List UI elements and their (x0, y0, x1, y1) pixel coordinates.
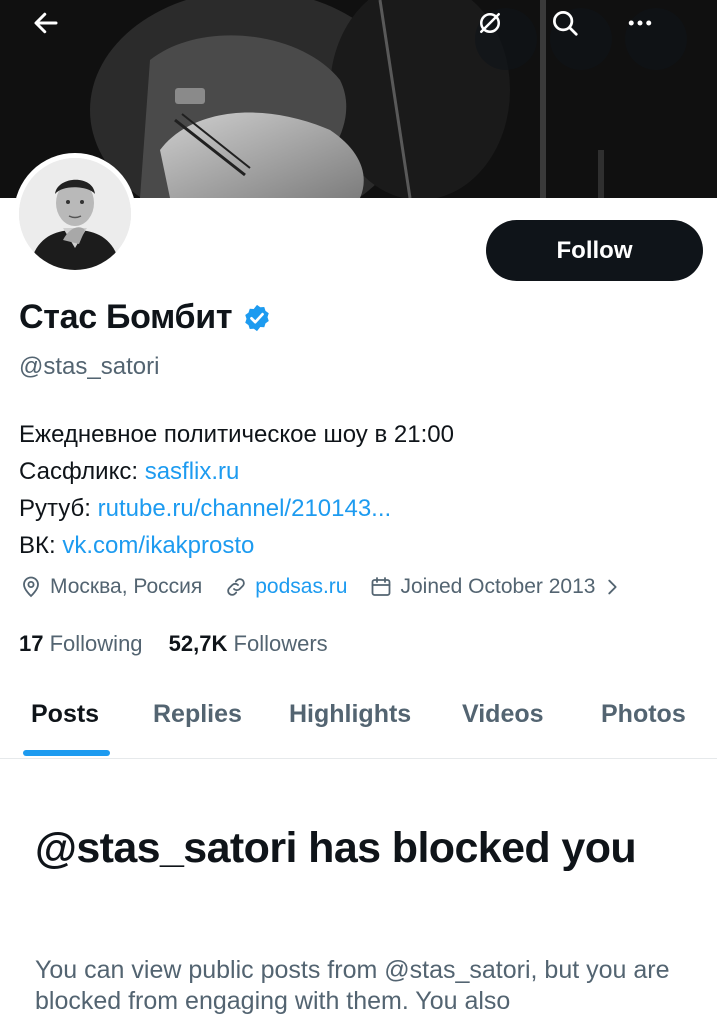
followers-stat[interactable]: 52,7K Followers (169, 631, 328, 656)
calendar-icon (372, 577, 391, 596)
joined-text: Joined October 2013 (400, 575, 596, 598)
bio-line: ВК: vk.com/ikakprosto (19, 527, 454, 564)
follow-button[interactable]: Follow (486, 220, 703, 281)
location-item: Москва, Россия (19, 575, 202, 599)
bio-text: Рутуб: (19, 495, 98, 522)
bio-text: ВК: (19, 532, 63, 559)
following-stat[interactable]: 17 Following (19, 631, 143, 656)
following-label: Following (49, 631, 143, 656)
website-item: podsas.ru (224, 575, 347, 599)
bio-text: Ежедневное политическое шоу в 21:00 (19, 421, 454, 448)
joined-item[interactable]: Joined October 2013 (369, 575, 623, 599)
following-count: 17 (19, 631, 44, 656)
verified-badge-icon[interactable] (242, 303, 272, 333)
bio-link-rutube[interactable]: rutube.ru/channel/210143... (98, 495, 392, 522)
tab-replies[interactable]: Replies (153, 700, 242, 729)
follow-stats: 17 Following 52,7K Followers (19, 631, 348, 657)
avatar-photo (19, 158, 131, 270)
avatar[interactable] (19, 158, 131, 270)
back-button[interactable] (31, 8, 93, 70)
followers-label: Followers (233, 631, 328, 656)
grok-button[interactable] (475, 8, 537, 70)
bio-text: Сасфликс: (19, 458, 145, 485)
profile-tabs: Posts Replies Highlights Videos Photos (0, 676, 717, 759)
chevron-right-icon (608, 579, 618, 595)
tab-videos[interactable]: Videos (462, 700, 544, 729)
bio: Ежедневное политическое шоу в 21:00 Сасф… (19, 416, 454, 564)
search-button[interactable] (550, 8, 612, 70)
search-icon (553, 11, 578, 36)
avatar-container[interactable] (14, 153, 136, 275)
name-row: Стас Бомбит (19, 298, 272, 337)
profile-meta: Москва, Россия podsas.ru Joined October … (19, 575, 623, 599)
bio-link-vk[interactable]: vk.com/ikakprosto (62, 532, 254, 559)
bio-link-sasflix[interactable]: sasflix.ru (145, 458, 240, 485)
blocked-title: @stas_satori has blocked you (35, 824, 637, 872)
location-pin-icon (23, 576, 39, 598)
website-link[interactable]: podsas.ru (255, 575, 347, 599)
more-icon (628, 20, 652, 26)
bio-line: Ежедневное политическое шоу в 21:00 (19, 416, 454, 453)
arrow-left-icon (34, 12, 58, 34)
bio-line: Сасфликс: sasflix.ru (19, 453, 454, 490)
active-tab-indicator (23, 750, 110, 756)
blocked-message: You can view public posts from @stas_sat… (35, 956, 670, 1015)
location-text: Москва, Россия (50, 575, 203, 598)
bio-line: Рутуб: rutube.ru/channel/210143... (19, 490, 454, 527)
followers-count: 52,7K (168, 631, 228, 656)
user-handle: @stas_satori (19, 353, 160, 380)
tab-photos[interactable]: Photos (601, 700, 686, 729)
display-name: Стас Бомбит (19, 298, 233, 336)
more-button[interactable] (625, 8, 687, 70)
tab-highlights[interactable]: Highlights (289, 700, 411, 729)
grok-icon (480, 13, 500, 33)
link-icon (227, 578, 245, 596)
tab-posts[interactable]: Posts (31, 700, 99, 729)
